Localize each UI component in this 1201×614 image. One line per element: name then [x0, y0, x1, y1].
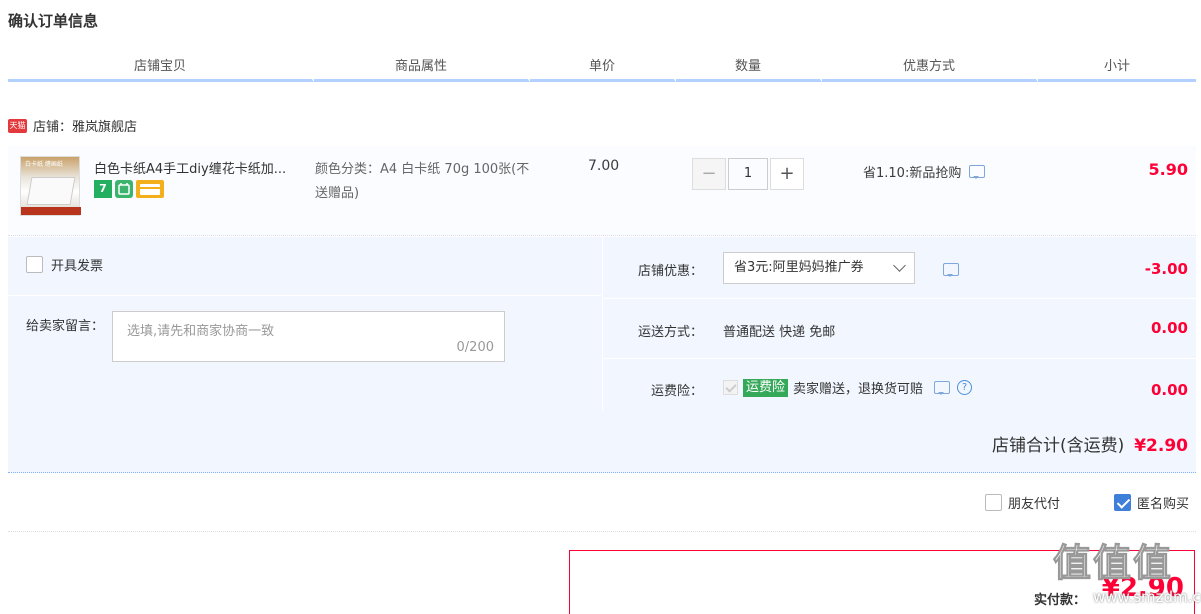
- help-icon[interactable]: ?: [957, 380, 973, 395]
- shop-discount-selected: 省3元:阿里妈妈推广券: [734, 260, 864, 275]
- order-options-panel: 开具发票 给卖家留言： 选填,请先和商家协商一致 0/200 店铺优惠： 省3元…: [8, 237, 1196, 411]
- shop-total-bar: 店铺合计(含运费) ¥2.90: [8, 411, 1196, 473]
- anonymous-label: 匿名购买: [1137, 497, 1190, 512]
- divider: [603, 298, 1196, 299]
- seven-day-return-icon[interactable]: 7: [94, 180, 112, 198]
- message-placeholder: 选填,请先和商家协商一致: [127, 324, 275, 339]
- chevron-down-icon: [893, 259, 906, 272]
- watermark: 值值值 www.smzdm.com: [1052, 528, 1201, 614]
- anonymous-option[interactable]: 匿名购买: [1114, 493, 1189, 512]
- item-subtotal: 5.90: [1148, 160, 1188, 179]
- item-discount-text: 省1.10:新品抢购: [863, 166, 962, 181]
- insurance-label: 运费险：: [650, 384, 703, 399]
- item-discount: 省1.10:新品抢购: [863, 162, 986, 181]
- item-thumbnail[interactable]: 白卡纸 缠画纸: [20, 156, 81, 216]
- thumbnail-text: 白卡纸 缠画纸: [25, 161, 63, 168]
- item-title[interactable]: 白色卡纸A4手工diy缠花卡纸加...: [94, 158, 308, 177]
- friend-pay-option[interactable]: 朋友代付: [985, 493, 1060, 512]
- insurance-desc: 卖家赠送，退换货可赔: [793, 382, 924, 397]
- thumbnail-strip: [21, 207, 81, 215]
- watermark-url: www.smzdm.com: [1093, 588, 1201, 606]
- insurance-amount: 0.00: [1150, 381, 1188, 399]
- quantity-minus-button[interactable]: −: [692, 158, 726, 190]
- options-left: 开具发票 给卖家留言： 选填,请先和商家协商一致 0/200: [8, 237, 601, 411]
- column-attributes: 商品属性: [314, 58, 530, 82]
- shop-total-amount: ¥2.90: [1134, 436, 1188, 456]
- invoice-label: 开具发票: [51, 259, 104, 274]
- order-item-row: 白卡纸 缠画纸 白色卡纸A4手工diy缠花卡纸加... 7 颜色分类：A4 白卡…: [8, 146, 1196, 236]
- shipping-method: 普通配送 快递 免邮: [723, 325, 836, 340]
- quantity-plus-button[interactable]: +: [770, 158, 804, 190]
- shop-line: 天猫 店铺：雅岚旗舰店: [8, 116, 137, 135]
- seller-message-field[interactable]: 选填,请先和商家协商一致 0/200: [112, 311, 505, 362]
- shop-name[interactable]: 店铺：雅岚旗舰店: [33, 116, 137, 135]
- guarantee-icon[interactable]: [115, 180, 133, 198]
- message-icon[interactable]: [969, 165, 986, 179]
- invoice-option[interactable]: 开具发票: [26, 255, 103, 274]
- quantity-stepper: − 1 +: [692, 158, 804, 190]
- payment-options: 朋友代付 匿名购买: [8, 476, 1196, 532]
- options-right: 店铺优惠： 省3元:阿里妈妈推广券 -3.00 运送方式： 普通配送 快递 免邮…: [602, 237, 1196, 411]
- friend-pay-checkbox[interactable]: [985, 494, 1002, 511]
- invoice-checkbox[interactable]: [26, 256, 43, 273]
- item-unit-price: 7.00: [588, 158, 620, 174]
- anonymous-checkbox[interactable]: [1114, 494, 1131, 511]
- divider: [8, 295, 601, 296]
- page-title: 确认订单信息: [8, 12, 99, 30]
- column-subtotal: 小计: [1038, 58, 1196, 82]
- insurance-checkbox: [723, 380, 738, 395]
- column-unit-price: 单价: [530, 58, 676, 82]
- insurance-info: 运费险 卖家赠送，退换货可赔 ?: [723, 378, 973, 397]
- shop-discount-select[interactable]: 省3元:阿里妈妈推广券: [723, 252, 915, 284]
- shipping-label: 运送方式：: [637, 325, 703, 340]
- item-attribute: 颜色分类：A4 白卡纸 70g 100张(不送赠品): [315, 162, 530, 201]
- thumbnail-box-graphic: [26, 177, 76, 205]
- message-char-count: 0/200: [456, 340, 494, 355]
- friend-pay-label: 朋友代付: [1008, 497, 1061, 512]
- credit-card-icon[interactable]: [136, 180, 164, 198]
- discount-message-icon[interactable]: [943, 263, 959, 277]
- column-headers: 店铺宝贝 商品属性 单价 数量 优惠方式 小计: [8, 58, 1196, 82]
- tmall-icon: 天猫: [8, 118, 27, 133]
- shop-total: 店铺合计(含运费) ¥2.90: [992, 431, 1188, 456]
- column-quantity: 数量: [676, 58, 822, 82]
- watermark-logo: 值值值: [1052, 541, 1174, 586]
- shop-discount-label: 店铺优惠：: [637, 264, 703, 279]
- item-service-icons: 7: [94, 180, 164, 198]
- message-label: 给卖家留言：: [26, 319, 105, 334]
- shop-discount-amount: -3.00: [1144, 260, 1188, 278]
- insurance-tag: 运费险: [743, 378, 789, 397]
- shipping-amount: 0.00: [1150, 319, 1188, 337]
- column-shop-item: 店铺宝贝: [8, 58, 314, 82]
- shop-total-label: 店铺合计(含运费): [991, 436, 1125, 456]
- quantity-input[interactable]: 1: [728, 158, 768, 190]
- divider: [603, 358, 1196, 359]
- insurance-message-icon[interactable]: [934, 381, 951, 395]
- column-discount: 优惠方式: [822, 58, 1038, 82]
